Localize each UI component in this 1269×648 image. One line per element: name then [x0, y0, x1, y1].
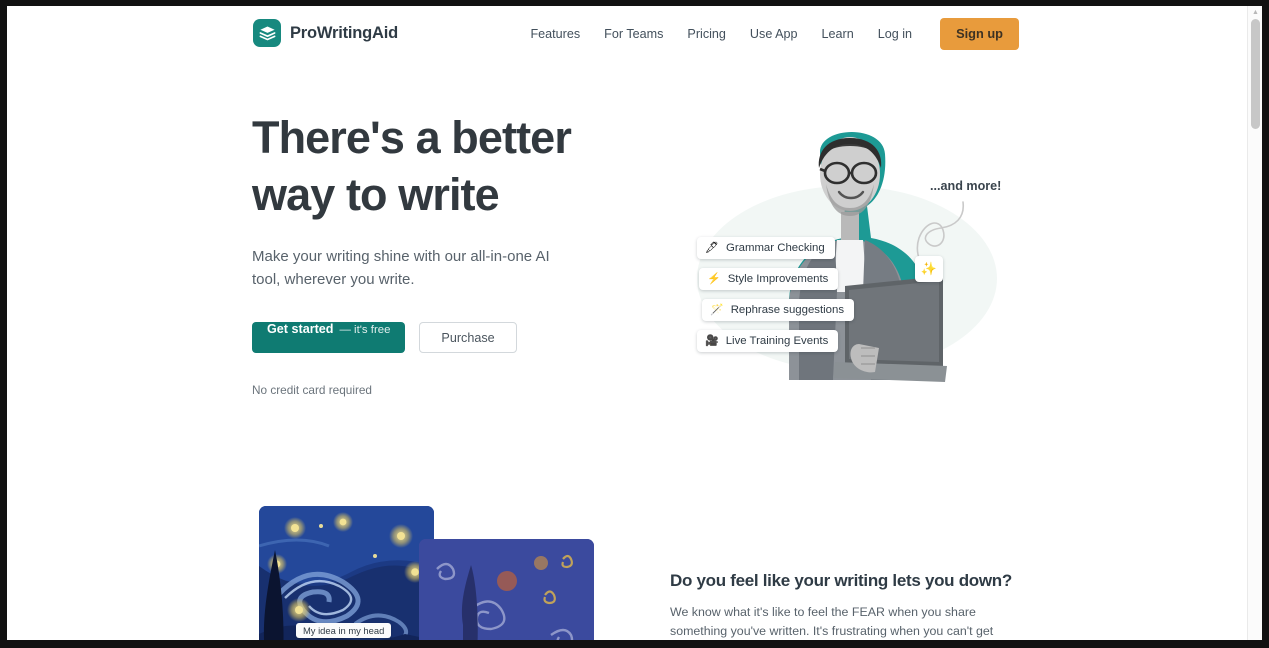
purchase-button[interactable]: Purchase [419, 322, 517, 353]
nav-item-use-app[interactable]: Use App [738, 18, 810, 50]
brand-name: ProWritingAid [290, 23, 399, 42]
hero-title: There's a better way to write [252, 112, 572, 220]
vertical-scrollbar[interactable]: ▲ [1247, 6, 1262, 640]
nav-item-for-teams[interactable]: For Teams [592, 18, 675, 50]
nav-item-log-in[interactable]: Log in [866, 18, 924, 50]
get-started-note: — it's free [339, 324, 391, 336]
sign-up-button[interactable]: Sign up [940, 18, 1019, 50]
feature-chip-label: Style Improvements [727, 273, 829, 285]
no-credit-card-note: No credit card required [252, 383, 372, 397]
and-more-annotation: ...and more! [930, 179, 1002, 193]
brand-logo[interactable]: ProWritingAid [253, 19, 398, 47]
get-started-label: Get started [267, 322, 334, 336]
lightning-bolt-icon: ⚡ [707, 272, 721, 285]
sparkle-icon: ✨ [915, 256, 943, 282]
nav-item-learn[interactable]: Learn [810, 18, 866, 50]
section-title: Do you feel like your writing lets you d… [670, 571, 1012, 590]
hero-section: There's a better way to write Make your … [252, 109, 642, 397]
nav-item-features[interactable]: Features [518, 18, 592, 50]
browser-window: ProWritingAid Features For Teams Pricing… [0, 0, 1269, 648]
feature-chip-label: Rephrase suggestions [730, 304, 845, 316]
starry-night-painting [259, 506, 434, 640]
site-header: ProWritingAid Features For Teams Pricing… [7, 6, 1247, 62]
feature-chip-rephrase-suggestions: 🪄 Rephrase suggestions [702, 299, 855, 321]
hero-illustration: ...and more! ✨ 🖋 Grammar Checking ⚡ Styl… [675, 106, 1020, 401]
feature-chip-grammar-checking: 🖋 Grammar Checking [697, 237, 835, 259]
page-content: ProWritingAid Features For Teams Pricing… [7, 6, 1247, 640]
writing-lets-you-down-section: Do you feel like your writing lets you d… [670, 571, 1015, 640]
feature-chip-live-training-events: 🎥 Live Training Events [697, 330, 839, 352]
quill-pen-icon: 🖋 [705, 241, 719, 254]
feature-chip-label: Live Training Events [725, 335, 829, 347]
nav-item-pricing[interactable]: Pricing [675, 18, 738, 50]
feature-chip-label: Grammar Checking [725, 242, 825, 254]
starry-night-image: My idea in my head [259, 506, 434, 640]
video-camera-icon: 🎥 [705, 334, 719, 347]
page-viewport: ProWritingAid Features For Teams Pricing… [7, 6, 1262, 640]
scroll-up-icon[interactable]: ▲ [1251, 8, 1260, 17]
feature-chip-style-improvements: ⚡ Style Improvements [699, 268, 839, 290]
get-started-button[interactable]: Get started — it's free [252, 322, 406, 353]
hero-actions: Get started — it's free Purchase [252, 322, 642, 353]
section-body: We know what it's like to feel the FEAR … [670, 605, 994, 638]
scrollbar-thumb[interactable] [1251, 19, 1260, 129]
amateur-sketch [419, 539, 594, 640]
hero-subtitle: Make your writing shine with our all-in-… [252, 248, 550, 288]
prowritingaid-logo-icon [253, 19, 281, 47]
starry-night-caption: My idea in my head [296, 623, 392, 638]
magic-wand-icon: 🪄 [710, 303, 724, 316]
main-navigation: Features For Teams Pricing Use App Learn… [518, 18, 1019, 50]
sparkle-glyph: ✨ [920, 261, 938, 276]
plain-drawing-image [419, 539, 594, 640]
